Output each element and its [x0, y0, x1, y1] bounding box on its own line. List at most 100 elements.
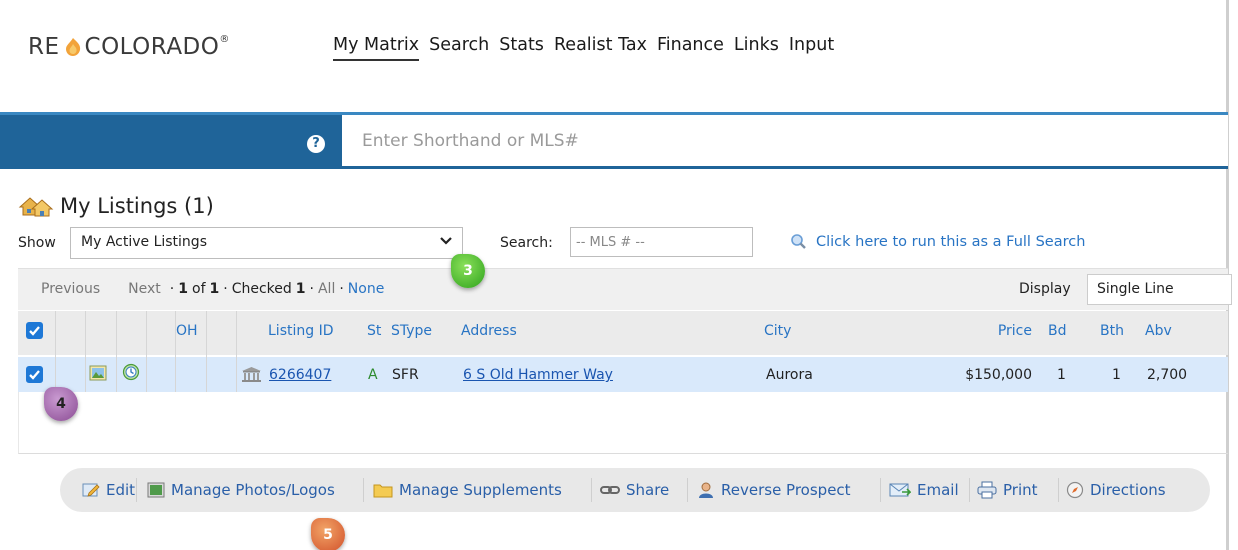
pager-total: 1	[209, 281, 220, 297]
callout-badge-3: 3	[451, 254, 485, 288]
listing-bedrooms: 1	[1057, 367, 1066, 383]
col-header-status[interactable]: St	[367, 323, 381, 339]
col-header-stype[interactable]: SType	[391, 323, 432, 339]
show-select-value: My Active Listings	[81, 234, 207, 250]
pager-text: Previous Next · 1 of 1 · Checked 1 · All…	[41, 281, 384, 297]
chevron-down-icon	[440, 237, 452, 245]
manage-supplements-button[interactable]: Manage Supplements	[373, 481, 562, 499]
col-divider	[146, 311, 147, 392]
nav-realist-tax[interactable]: Realist Tax	[554, 35, 647, 61]
pager-checked-label: Checked	[231, 281, 292, 297]
toolbar-separator	[591, 478, 592, 502]
tax-building-icon[interactable]	[241, 366, 262, 383]
nav-links[interactable]: Links	[734, 35, 779, 61]
table-row[interactable]	[18, 357, 1228, 392]
listing-above-sqft: 2,700	[1147, 367, 1188, 383]
person-icon	[699, 482, 713, 498]
col-header-address[interactable]: Address	[461, 323, 517, 339]
row-checkbox[interactable]	[26, 366, 43, 383]
reverse-prospect-button[interactable]: Reverse Prospect	[697, 481, 851, 499]
pager-previous[interactable]: Previous	[41, 281, 100, 297]
page-title: My Listings (1)	[60, 194, 214, 218]
compass-icon	[1066, 481, 1084, 499]
full-search-link[interactable]: Click here to run this as a Full Search	[790, 233, 1085, 250]
display-select[interactable]: Single Line	[1087, 274, 1232, 305]
search-label: Search:	[500, 235, 553, 251]
history-clock-icon[interactable]	[122, 363, 140, 381]
listing-price: $150,000	[965, 367, 1032, 383]
photos-icon	[147, 482, 165, 498]
col-header-above-sqft[interactable]: Abv	[1145, 323, 1172, 339]
manage-supplements-label: Manage Supplements	[399, 481, 562, 499]
listing-bathrooms: 1	[1112, 367, 1121, 383]
nav-stats[interactable]: Stats	[499, 35, 544, 61]
nav-my-matrix[interactable]: My Matrix	[333, 35, 420, 61]
photo-icon[interactable]	[89, 364, 107, 382]
print-button[interactable]: Print	[977, 481, 1038, 499]
listing-status: A	[368, 367, 378, 383]
reverse-prospect-label: Reverse Prospect	[721, 481, 851, 499]
pager-current: 1	[178, 281, 188, 297]
nav-input[interactable]: Input	[789, 35, 834, 61]
nav-search[interactable]: Search	[429, 35, 489, 61]
col-divider	[85, 311, 86, 392]
email-button[interactable]: Email	[889, 481, 959, 499]
toolbar-separator	[1058, 478, 1059, 502]
directions-button[interactable]: Directions	[1066, 481, 1166, 499]
checkmark-icon	[29, 370, 40, 380]
printer-icon	[977, 481, 997, 499]
pager-check-none[interactable]: None	[348, 281, 385, 297]
logo-text-right: COLORADO	[84, 34, 220, 60]
toolbar-separator	[363, 478, 364, 502]
pager-check-all[interactable]: All	[318, 281, 335, 297]
show-label: Show	[18, 235, 56, 251]
houses-icon	[18, 197, 54, 217]
help-icon[interactable]: ?	[307, 135, 325, 153]
pager-of: of	[192, 281, 206, 297]
logo-flame-icon	[65, 38, 80, 56]
logo-text-left: RE	[28, 34, 60, 60]
col-header-city[interactable]: City	[764, 323, 791, 339]
logo-registered-mark: ®	[219, 33, 230, 45]
col-divider	[116, 311, 117, 392]
manage-photos-button[interactable]: Manage Photos/Logos	[147, 481, 335, 499]
display-label: Display	[1019, 281, 1071, 297]
col-divider	[206, 311, 207, 392]
col-divider	[55, 311, 56, 392]
select-all-checkbox[interactable]	[26, 322, 43, 339]
callout-badge-5: 5	[311, 518, 345, 550]
show-select[interactable]: My Active Listings	[70, 227, 463, 259]
listing-id-link[interactable]: 6266407	[269, 367, 331, 383]
col-header-bathrooms[interactable]: Bth	[1100, 323, 1124, 339]
nav-finance[interactable]: Finance	[657, 35, 724, 61]
pager-next[interactable]: Next	[128, 281, 161, 297]
print-label: Print	[1003, 481, 1038, 499]
share-button[interactable]: Share	[600, 481, 669, 499]
toolbar-separator	[969, 478, 970, 502]
full-search-text: Click here to run this as a Full Search	[816, 233, 1086, 250]
table-body-empty	[18, 392, 1228, 454]
recolorado-logo[interactable]: RE COLORADO ®	[28, 33, 230, 61]
col-header-price[interactable]: Price	[980, 323, 1032, 339]
address-link[interactable]: 6 S Old Hammer Way	[463, 367, 613, 383]
pager-checked-count: 1	[295, 281, 306, 297]
pager-bar: Previous Next · 1 of 1 · Checked 1 · All…	[18, 268, 1232, 310]
share-label: Share	[626, 481, 670, 499]
listing-stype: SFR	[392, 367, 419, 383]
col-header-bedrooms[interactable]: Bd	[1048, 323, 1067, 339]
mls-search-input[interactable]	[570, 227, 753, 257]
col-header-listing-id[interactable]: Listing ID	[268, 323, 333, 339]
link-chain-icon	[600, 486, 620, 494]
main-nav: My Matrix Search Stats Realist Tax Finan…	[333, 35, 834, 61]
edit-button[interactable]: Edit	[82, 481, 135, 499]
shorthand-input[interactable]	[342, 115, 1228, 166]
email-icon	[889, 483, 911, 497]
col-header-oh[interactable]: OH	[176, 323, 198, 339]
display-select-value: Single Line	[1097, 281, 1174, 297]
edit-icon	[82, 483, 100, 497]
directions-label: Directions	[1090, 481, 1166, 499]
toolbar-separator	[136, 478, 137, 502]
manage-photos-label: Manage Photos/Logos	[171, 481, 335, 499]
page-title-row: My Listings (1)	[18, 194, 214, 218]
edit-label: Edit	[106, 481, 136, 499]
